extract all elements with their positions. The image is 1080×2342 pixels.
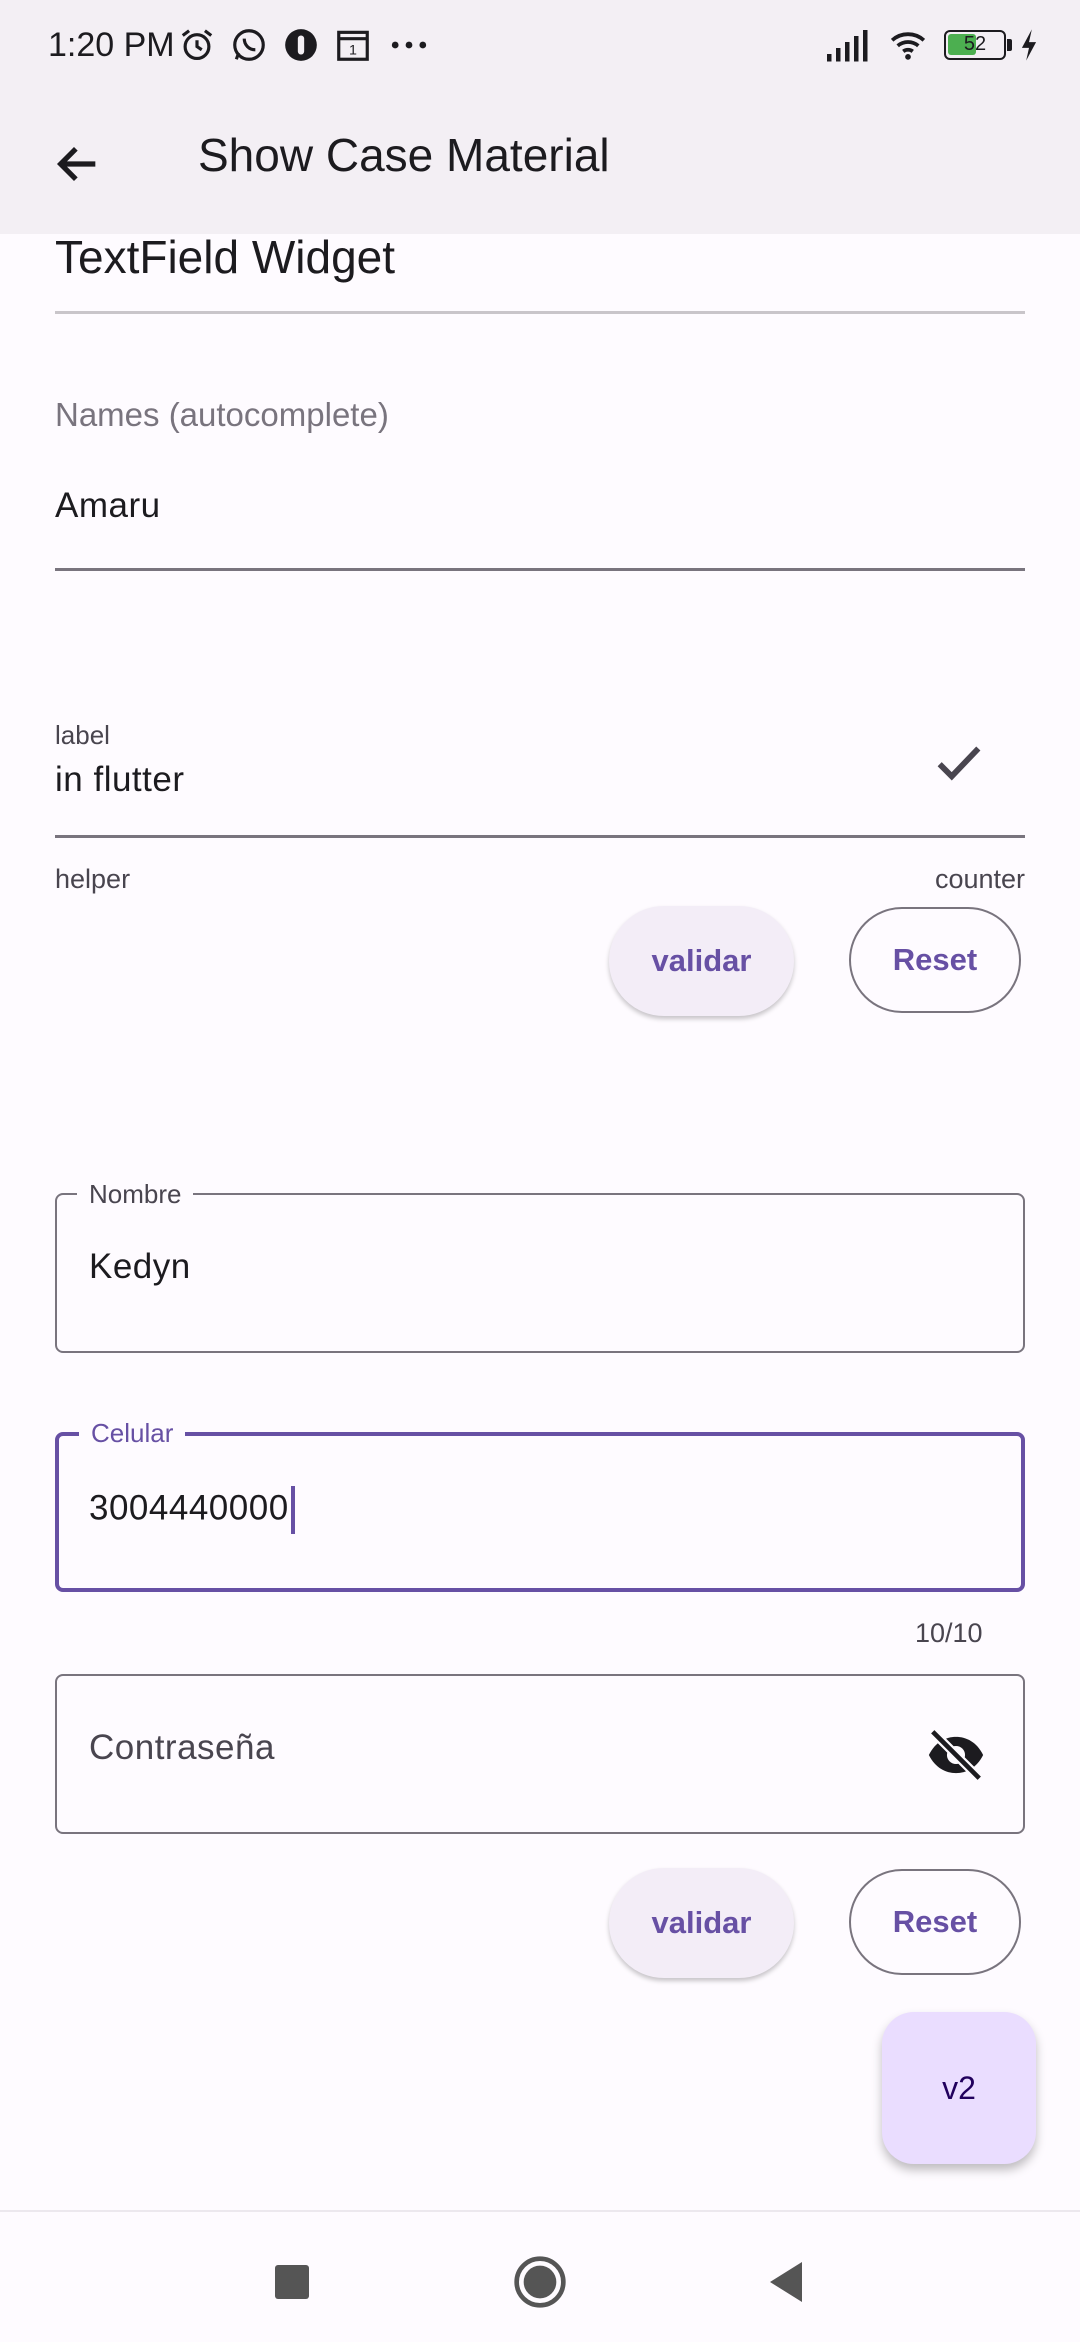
whatsapp-icon: [233, 29, 265, 61]
recents-icon: [275, 2265, 309, 2299]
back-icon: [770, 2262, 802, 2302]
celular-field-value-wrapper: 3004440000: [89, 1486, 295, 1534]
celular-field-label: Celular: [79, 1418, 186, 1449]
celular-field-counter: 10/10: [915, 1618, 983, 1648]
back-button[interactable]: [38, 124, 118, 204]
names-field-underline: [55, 568, 1025, 571]
validate-button-2[interactable]: validar: [609, 1868, 794, 1978]
fab-v2-button[interactable]: v2: [882, 2012, 1036, 2164]
charging-icon: [1021, 29, 1037, 61]
svg-text:1: 1: [349, 43, 357, 59]
celular-field-value: 3004440000: [89, 1488, 289, 1528]
more-icon: [391, 41, 427, 49]
home-icon: [514, 2256, 566, 2308]
label-field-underline: [55, 835, 1025, 838]
label-field-counter: counter: [934, 864, 1025, 894]
home-button[interactable]: [510, 2252, 570, 2312]
names-field-value: Amaru: [55, 486, 161, 525]
nombre-field[interactable]: Nombre Kedyn: [55, 1179, 1025, 1353]
reset-button-1[interactable]: Reset: [849, 907, 1021, 1013]
arrow-back-icon: [56, 146, 96, 182]
battery-level: 52: [963, 33, 987, 55]
status-left-icons: 1: [178, 26, 432, 64]
alarm-icon: [181, 29, 213, 61]
nombre-field-label: Nombre: [77, 1179, 194, 1210]
section-title: TextField Widget: [55, 231, 396, 283]
status-time: 1:20 PM: [48, 26, 175, 64]
validate-button-1[interactable]: validar: [609, 906, 794, 1016]
status-right-icons: 52: [824, 26, 1040, 64]
signal-icon: [827, 30, 868, 62]
check-icon: [937, 746, 981, 781]
back-nav-button[interactable]: [756, 2252, 816, 2312]
calendar-icon: 1: [337, 30, 369, 61]
recents-button[interactable]: [262, 2252, 322, 2312]
label-field-helper: helper: [55, 864, 131, 894]
celular-field[interactable]: Celular 3004440000: [55, 1418, 1025, 1592]
nombre-field-value: Kedyn: [89, 1247, 191, 1286]
wifi-icon: [890, 32, 926, 60]
app-icon: [285, 29, 317, 61]
names-field-label: Names (autocomplete): [55, 396, 389, 433]
reset-button-2[interactable]: Reset: [849, 1869, 1021, 1975]
password-field-placeholder: Contraseña: [89, 1728, 275, 1767]
visibility-off-icon[interactable]: [925, 1724, 987, 1786]
text-cursor: [290, 1486, 295, 1534]
label-field-label: label: [55, 720, 110, 750]
section-divider: [55, 311, 1025, 314]
status-bar: 1:20 PM 1 52: [0, 0, 1080, 98]
app-bar-title: Show Case Material: [198, 129, 610, 181]
battery-icon: 52: [944, 30, 1012, 60]
system-nav-bar: [0, 2210, 1080, 2342]
app-bar: Show Case Material: [0, 98, 1080, 234]
label-field-value: in flutter: [55, 760, 185, 799]
password-field[interactable]: Contraseña: [55, 1674, 1025, 1834]
